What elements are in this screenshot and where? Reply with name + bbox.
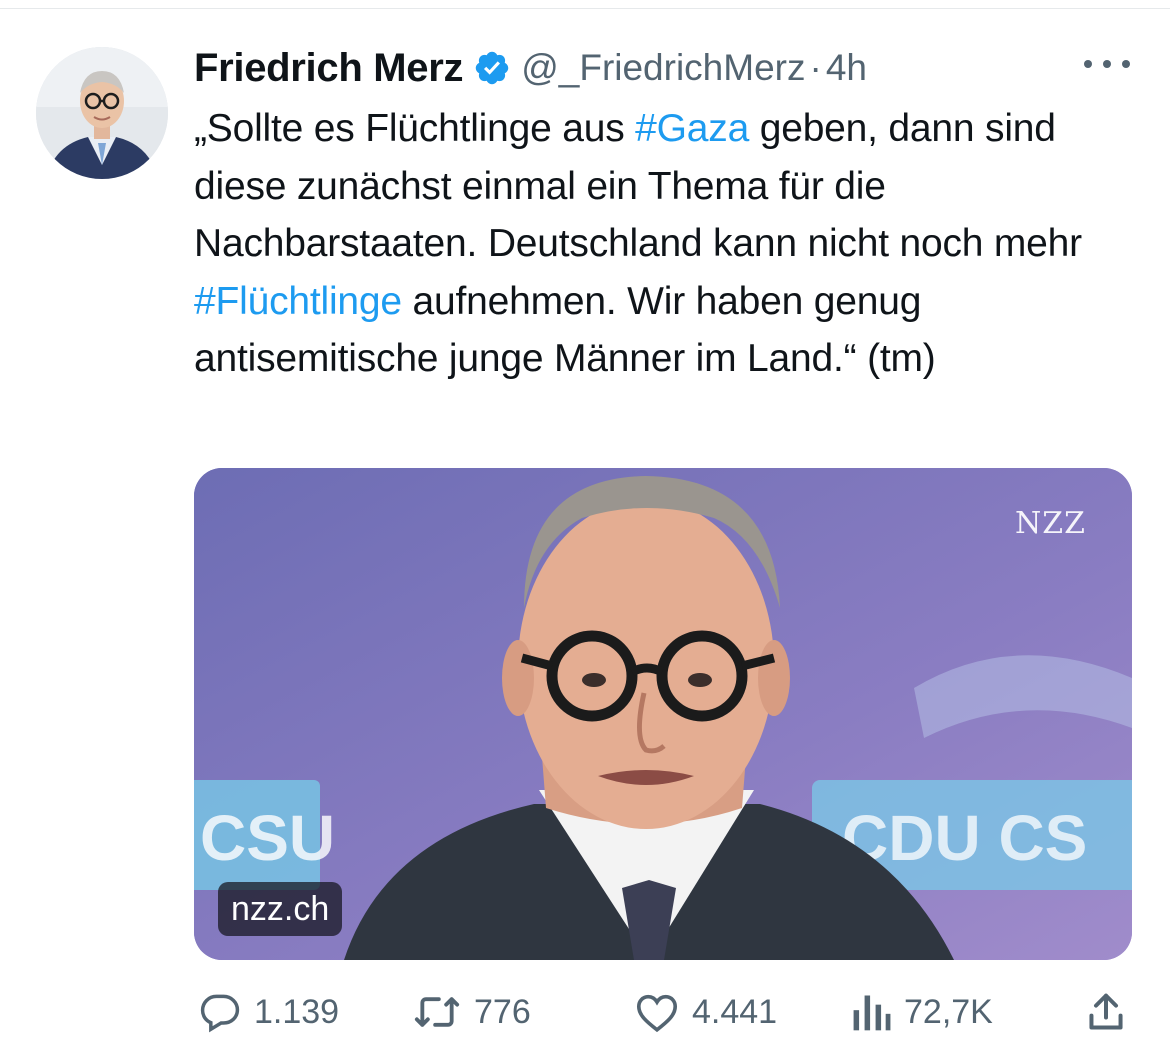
top-divider: [0, 8, 1170, 9]
hashtag-gaza[interactable]: #Gaza: [635, 107, 749, 150]
share-button[interactable]: [1086, 984, 1138, 1040]
share-icon: [1089, 993, 1123, 1030]
like-count: 4.441: [692, 992, 778, 1031]
hashtag-fluechtlinge[interactable]: #Flüchtlinge: [194, 280, 402, 323]
retweet-button[interactable]: 776: [412, 984, 531, 1040]
view-count: 72,7K: [904, 992, 993, 1031]
like-icon: [636, 994, 678, 1033]
separator: ·: [809, 47, 822, 88]
retweet-icon: [414, 997, 460, 1027]
like-button[interactable]: 4.441: [634, 984, 777, 1040]
display-name[interactable]: Friedrich Merz: [194, 46, 464, 91]
media-source-badge[interactable]: nzz.ch: [218, 882, 343, 936]
media-image[interactable]: CSU CDU CS NZZ nzz.ch: [194, 468, 1132, 960]
tweet-text-part: „Sollte es Flüchtlinge aus: [194, 107, 636, 150]
more-icon[interactable]: [1084, 56, 1130, 72]
reply-button[interactable]: 1.139: [198, 984, 339, 1040]
media-watermark: NZZ: [1015, 506, 1086, 541]
views-icon: [853, 995, 891, 1031]
verified-badge-icon[interactable]: [473, 49, 511, 87]
avatar[interactable]: [36, 47, 168, 179]
views-button[interactable]: 72,7K: [850, 984, 993, 1040]
tweet-actions: 1.139 776 4.441 72,7K: [194, 984, 1134, 1040]
reply-icon: [200, 994, 240, 1033]
tweet-text: „Sollte es Flüchtlinge aus #Gaza geben, …: [194, 100, 1144, 388]
timestamp[interactable]: 4h: [826, 47, 867, 89]
media-sign-left: CSU: [200, 802, 335, 874]
reply-count: 1.139: [254, 992, 340, 1031]
retweet-count: 776: [474, 992, 531, 1031]
tweet-header: Friedrich Merz @_FriedrichMerz · 4h: [194, 40, 867, 96]
handle[interactable]: @_FriedrichMerz: [521, 47, 805, 89]
